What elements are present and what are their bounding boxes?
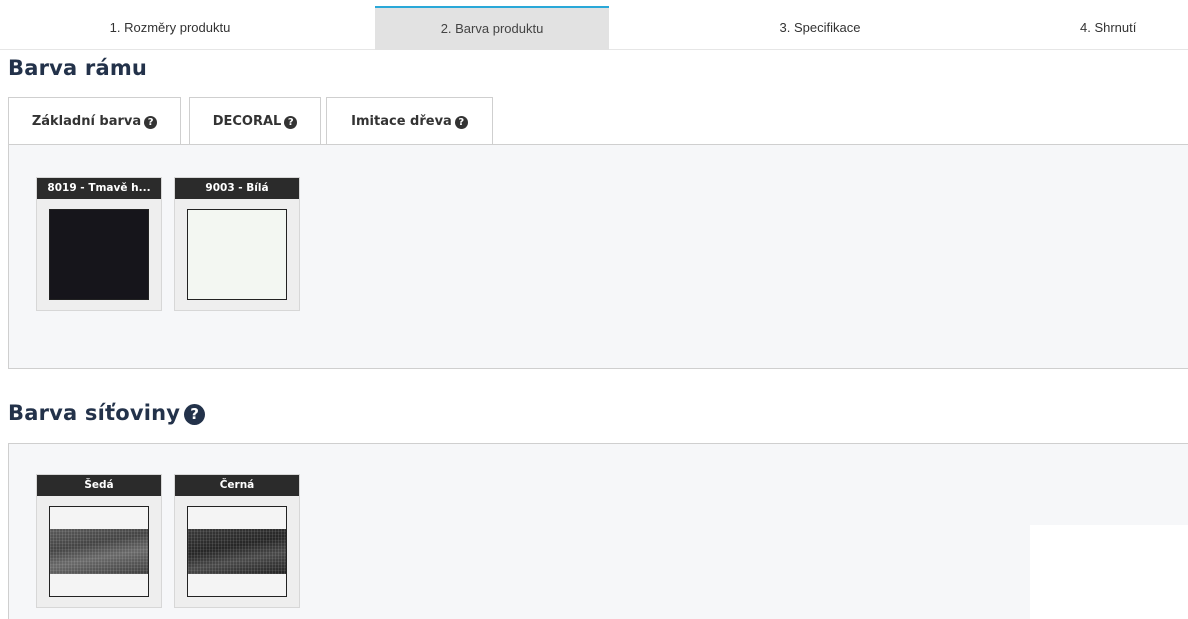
- question-circle-icon[interactable]: ?: [144, 116, 158, 129]
- tab-wood-imitation[interactable]: Imitace dřeva?: [326, 97, 493, 145]
- step-dimensions[interactable]: 1. Rozměry produktu: [0, 6, 340, 50]
- step-specification[interactable]: 3. Specifikace: [700, 6, 940, 50]
- question-circle-icon[interactable]: ?: [284, 116, 298, 129]
- steps-navigation: 1. Rozměry produktu 2. Barva produktu 3.…: [0, 0, 1188, 50]
- color-sample: [49, 209, 149, 300]
- step-summary[interactable]: 4. Shrnutí: [1080, 6, 1188, 50]
- mesh-texture: [50, 529, 148, 574]
- swatch-9003-white[interactable]: 9003 - Bílá: [174, 177, 300, 311]
- swatch-label: Šedá: [37, 475, 161, 496]
- frame-color-title: Barva rámu: [8, 56, 148, 80]
- tab-basic-color-label: Základní barva: [31, 114, 142, 129]
- swatch-label: 8019 - Tmavě h...: [37, 178, 161, 199]
- tab-basic-color[interactable]: Základní barva?: [8, 97, 181, 145]
- mesh-color-title: Barva síťoviny: [8, 401, 181, 425]
- question-circle-icon[interactable]: ?: [184, 404, 206, 425]
- swatch-label: Černá: [175, 475, 299, 496]
- color-sample: [187, 209, 287, 300]
- mesh-color-panel: Šedá Černá: [8, 443, 1188, 619]
- tab-decoral[interactable]: DECORAL?: [189, 97, 321, 145]
- mesh-sample: [187, 506, 287, 597]
- mesh-color-heading: Barva síťoviny?: [8, 401, 206, 425]
- swatch-mesh-grey[interactable]: Šedá: [36, 474, 162, 608]
- step-color-active[interactable]: 2. Barva produktu: [375, 6, 609, 50]
- swatch-label: 9003 - Bílá: [175, 178, 299, 199]
- blank-area: [1030, 525, 1188, 619]
- tab-decoral-label: DECORAL: [212, 114, 282, 129]
- tab-wood-imitation-label: Imitace dřeva: [351, 114, 452, 129]
- question-circle-icon[interactable]: ?: [454, 116, 468, 129]
- frame-color-heading: Barva rámu: [8, 56, 147, 80]
- swatch-mesh-black[interactable]: Černá: [174, 474, 300, 608]
- mesh-sample: [49, 506, 149, 597]
- frame-color-panel: 8019 - Tmavě h... 9003 - Bílá: [8, 144, 1188, 369]
- swatch-8019-dark-brown[interactable]: 8019 - Tmavě h...: [36, 177, 162, 311]
- mesh-texture: [188, 529, 286, 574]
